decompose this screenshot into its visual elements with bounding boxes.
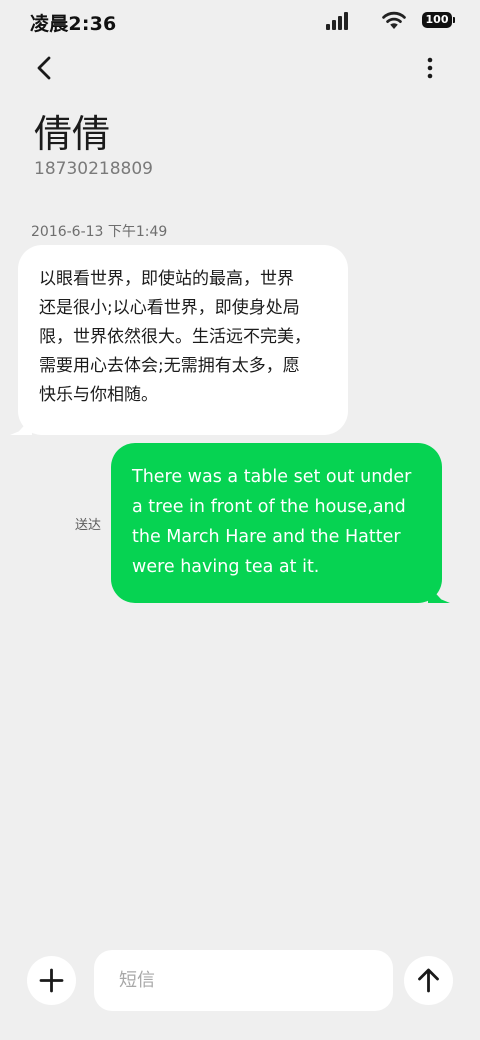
status-bar: 凌晨2:36 100 [0, 0, 480, 44]
message-input[interactable] [94, 950, 393, 1011]
delivery-status: 送达 [75, 518, 102, 533]
incoming-message-text: 以眼看世界，即使站的最高，世界 还是很小;以心看世界，即使身处局 限，世界依然很… [39, 269, 311, 405]
more-button[interactable] [414, 50, 446, 86]
contact-number: 18730218809 [34, 159, 153, 179]
contact-name: 倩倩 [34, 112, 111, 156]
add-attachment-button[interactable] [27, 956, 76, 1005]
send-button[interactable] [404, 956, 453, 1005]
wifi-icon [381, 10, 407, 30]
battery-icon: 100 [422, 12, 455, 28]
arrow-up-icon [418, 968, 439, 993]
outgoing-message-text: There was a table set out under a tree i… [132, 467, 412, 577]
more-vertical-icon [427, 57, 433, 79]
chevron-left-icon [37, 56, 51, 80]
incoming-message-bubble[interactable]: 以眼看世界，即使站的最高，世界 还是很小;以心看世界，即使身处局 限，世界依然很… [18, 245, 348, 435]
plus-icon [39, 968, 64, 993]
outgoing-message-bubble[interactable]: There was a table set out under a tree i… [111, 443, 442, 603]
back-button[interactable] [28, 50, 62, 86]
status-time: 凌晨2:36 [30, 13, 117, 35]
signal-icon [326, 12, 352, 30]
message-timestamp: 2016-6-13 下午1:49 [31, 224, 168, 240]
